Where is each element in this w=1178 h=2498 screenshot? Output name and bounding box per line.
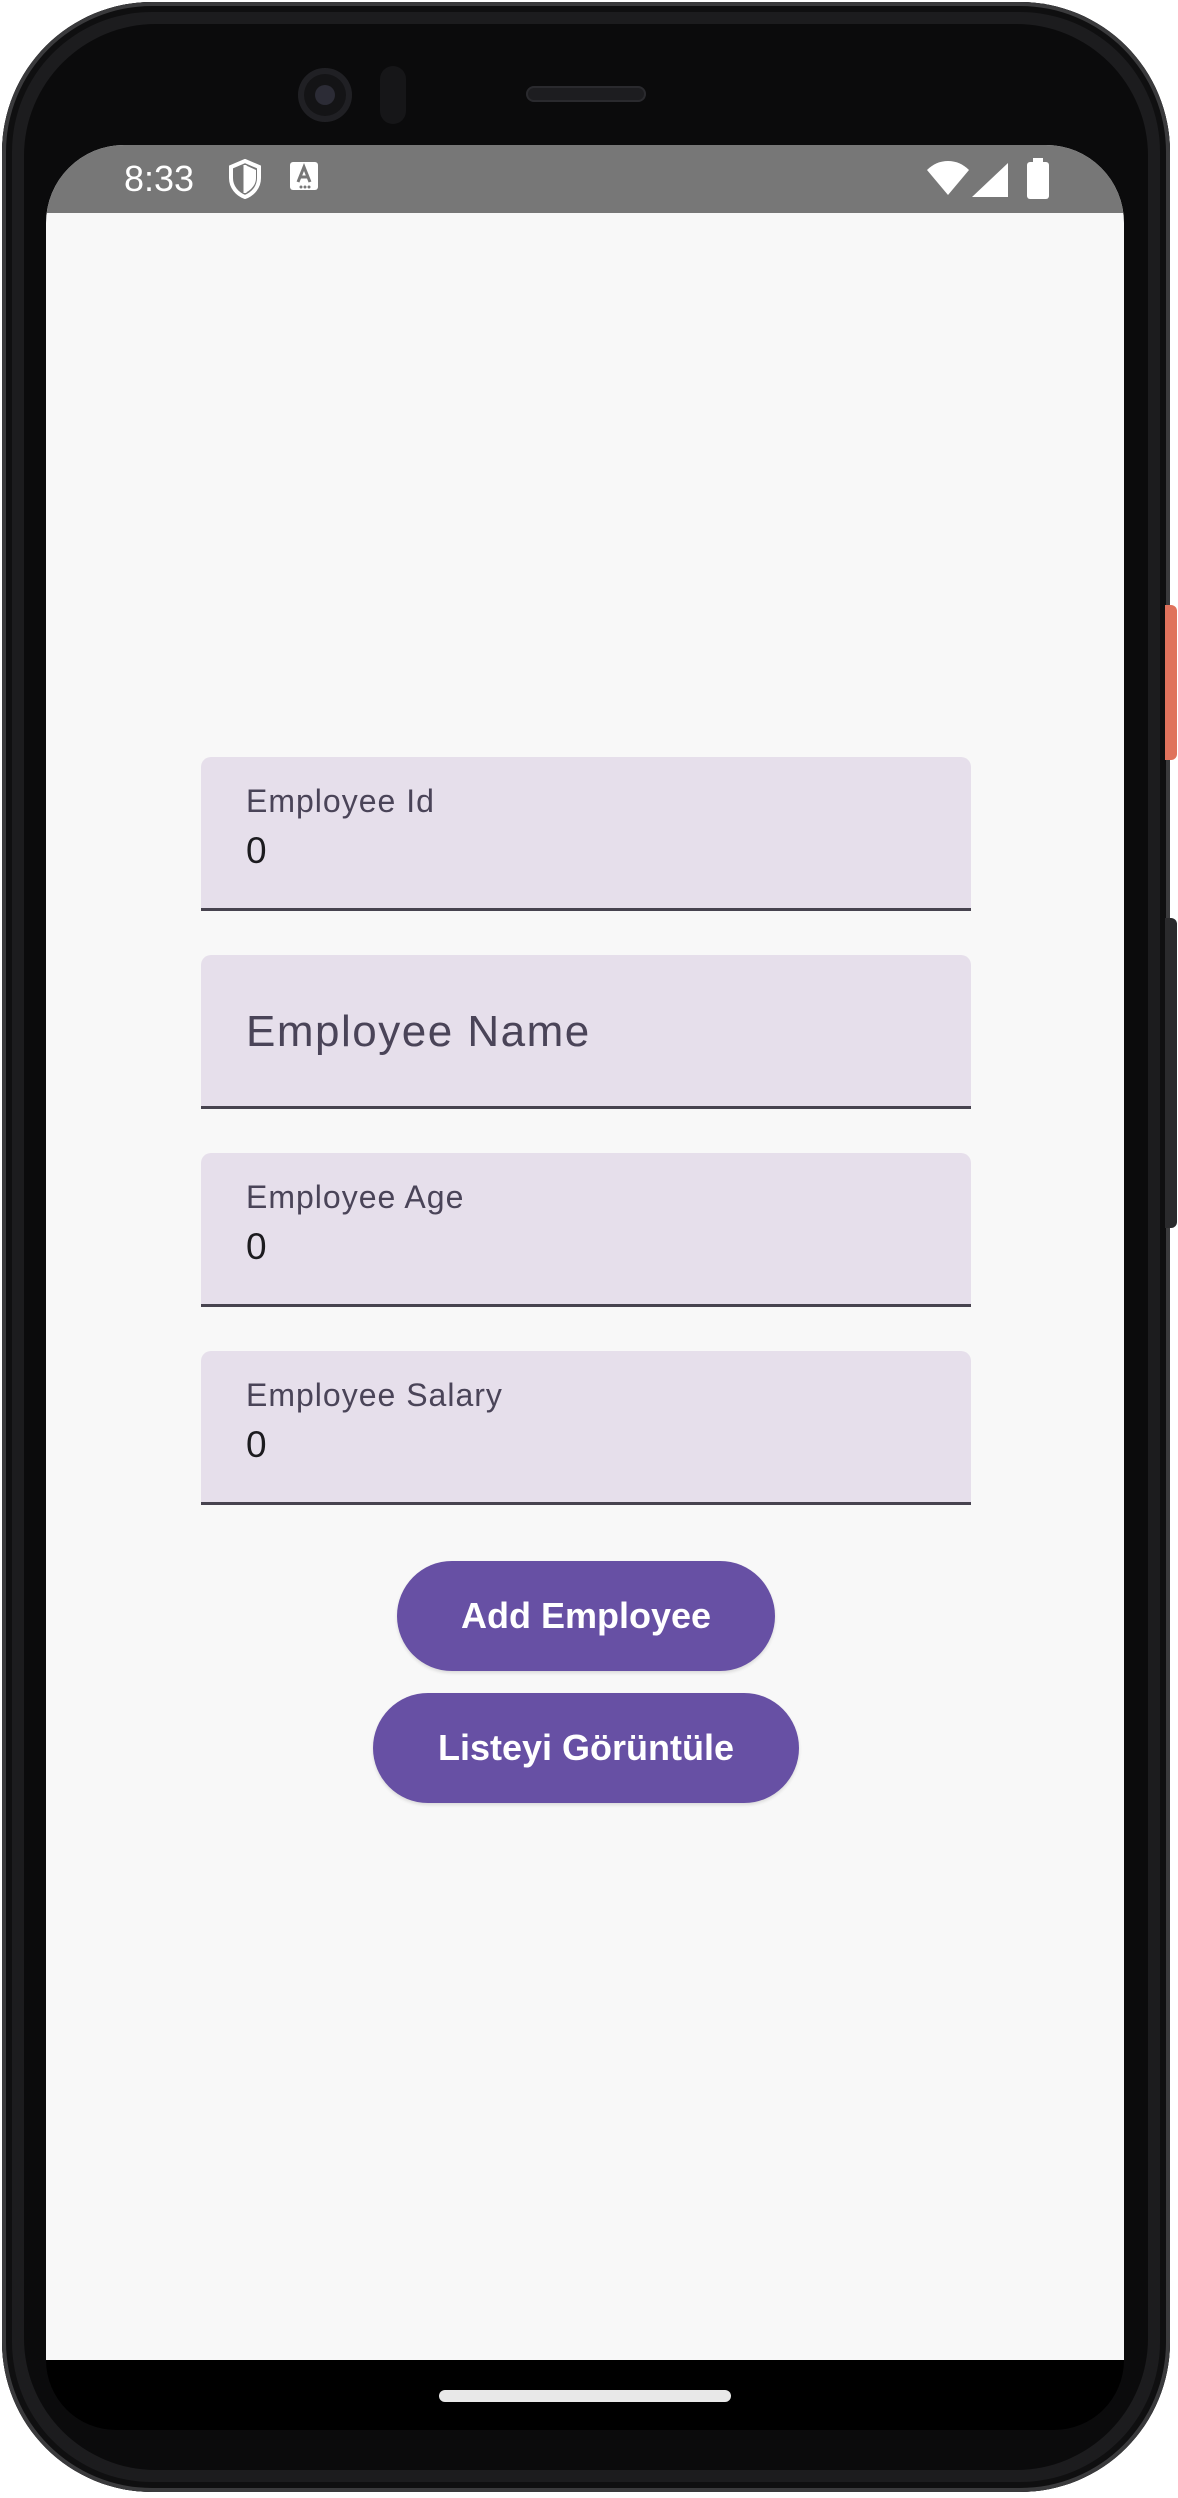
employee-id-label: Employee Id: [246, 783, 435, 819]
front-camera: [298, 68, 352, 122]
shield-icon: [228, 158, 262, 204]
navigation-bar: [46, 2360, 1124, 2430]
employee-name-placeholder: Employee Name: [246, 1007, 591, 1056]
employee-id-field[interactable]: Employee Id 0: [201, 757, 971, 911]
a-icon: [289, 159, 319, 198]
wifi-icon: [926, 159, 970, 202]
battery-icon: [1026, 158, 1050, 205]
employee-id-value[interactable]: 0: [246, 829, 267, 873]
earpiece-speaker: [526, 86, 646, 102]
status-time: 8:33: [124, 158, 195, 199]
employee-salary-label: Employee Salary: [246, 1377, 503, 1413]
signal-icon: [970, 161, 1010, 204]
volume-button: [1165, 918, 1177, 1228]
proximity-sensor: [380, 66, 406, 124]
status-bar: 8:33: [46, 145, 1124, 213]
form-content: Employee Id 0 Employee Name Employee Age…: [46, 213, 1124, 2360]
employee-salary-value[interactable]: 0: [246, 1423, 267, 1467]
employee-age-field[interactable]: Employee Age 0: [201, 1153, 971, 1307]
employee-age-value[interactable]: 0: [246, 1225, 267, 1269]
view-list-button[interactable]: Listeyi Görüntüle: [373, 1693, 799, 1803]
screen: 8:33 Employee Id 0 Employee Name Employe…: [46, 145, 1124, 2360]
camera-lens: [315, 85, 335, 105]
employee-salary-field[interactable]: Employee Salary 0: [201, 1351, 971, 1505]
home-indicator[interactable]: [439, 2390, 731, 2402]
add-employee-button[interactable]: Add Employee: [397, 1561, 775, 1671]
employee-age-label: Employee Age: [246, 1179, 465, 1215]
employee-name-field[interactable]: Employee Name: [201, 955, 971, 1109]
power-button: [1165, 605, 1177, 760]
